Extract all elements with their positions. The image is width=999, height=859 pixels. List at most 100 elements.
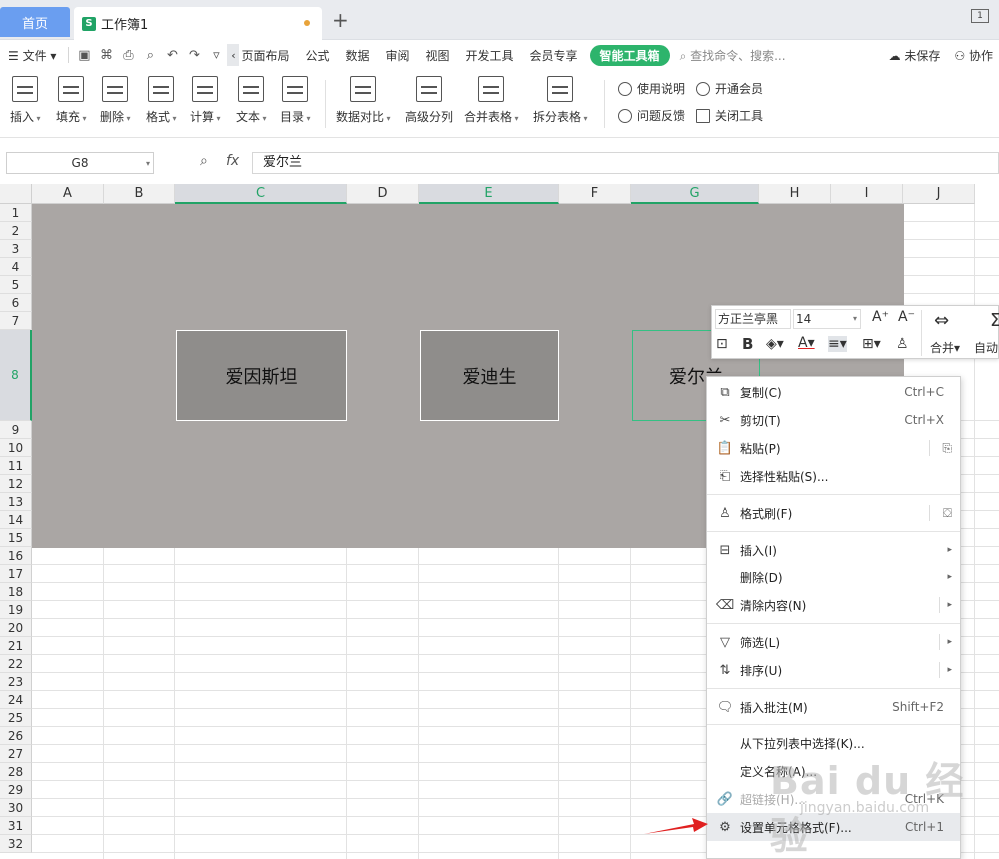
data-compare-button[interactable]: 数据对比 bbox=[336, 76, 391, 125]
scroll-left-chevron-icon[interactable]: ‹ bbox=[227, 44, 240, 66]
font-color-icon[interactable]: A▾ bbox=[798, 335, 815, 351]
row-header[interactable]: 15 bbox=[0, 529, 32, 547]
row-header[interactable]: 26 bbox=[0, 727, 32, 745]
delete-button[interactable]: 删除 bbox=[100, 76, 131, 125]
row-header[interactable]: 9 bbox=[0, 421, 32, 439]
file-menu[interactable]: ☰ 文件 ▾ bbox=[0, 47, 64, 64]
row-header[interactable]: 27 bbox=[0, 745, 32, 763]
merge-cells-icon[interactable]: ⇔ bbox=[934, 310, 949, 331]
merge-tables-button[interactable]: 合并表格 bbox=[464, 76, 519, 125]
redo-icon[interactable]: ↷ bbox=[183, 44, 205, 66]
feedback-button[interactable]: 问题反馈 bbox=[618, 107, 685, 124]
zoom-formula-icon[interactable]: ⌕ bbox=[200, 153, 208, 169]
increase-font-icon[interactable]: A⁺ bbox=[872, 309, 889, 325]
fx-icon[interactable]: fx bbox=[226, 153, 239, 169]
row-header[interactable]: 24 bbox=[0, 691, 32, 709]
command-search[interactable]: ⌕ 查找命令、搜索... bbox=[680, 47, 786, 64]
row-header[interactable]: 19 bbox=[0, 601, 32, 619]
column-header[interactable]: E bbox=[419, 184, 559, 204]
row-header[interactable]: 3 bbox=[0, 240, 32, 258]
font-family-select[interactable]: 方正兰亭黑 bbox=[715, 309, 791, 329]
new-tab-plus-icon[interactable]: + bbox=[332, 8, 349, 32]
row-header[interactable]: 13 bbox=[0, 493, 32, 511]
row-header[interactable]: 10 bbox=[0, 439, 32, 457]
column-header[interactable]: I bbox=[831, 184, 903, 204]
column-header[interactable]: D bbox=[347, 184, 419, 204]
row-header[interactable]: 18 bbox=[0, 583, 32, 601]
menu-view[interactable]: 视图 bbox=[418, 47, 458, 64]
format-brush-icon[interactable]: ♙ bbox=[896, 336, 909, 352]
row-header[interactable]: 7 bbox=[0, 312, 32, 330]
row-header[interactable]: 2 bbox=[0, 222, 32, 240]
merge-button[interactable]: 合并▾ bbox=[930, 339, 960, 356]
column-header[interactable]: G bbox=[631, 184, 759, 204]
row-header[interactable]: 25 bbox=[0, 709, 32, 727]
calculate-button[interactable]: 计算 bbox=[190, 76, 221, 125]
wrap-text-icon[interactable]: ⊡ bbox=[716, 336, 728, 352]
menu-sort[interactable]: ⇅ 排序(U) ▸ bbox=[707, 656, 960, 684]
row-header[interactable]: 14 bbox=[0, 511, 32, 529]
quick-access-dropdown-icon[interactable]: ▿ bbox=[205, 44, 227, 66]
row-header[interactable]: 8 bbox=[0, 330, 32, 421]
tab-home[interactable]: 首页 bbox=[0, 7, 70, 37]
select-all-corner[interactable] bbox=[0, 184, 32, 204]
save-icon[interactable]: ▣ bbox=[73, 44, 95, 66]
row-header[interactable]: 22 bbox=[0, 655, 32, 673]
close-tools-button[interactable]: 关闭工具 bbox=[696, 107, 763, 124]
menu-review[interactable]: 审阅 bbox=[377, 47, 417, 64]
row-header[interactable]: 23 bbox=[0, 673, 32, 691]
row-header[interactable]: 4 bbox=[0, 258, 32, 276]
column-header[interactable]: F bbox=[559, 184, 631, 204]
column-header[interactable]: H bbox=[759, 184, 831, 204]
name-box[interactable]: G8 ▾ bbox=[6, 152, 154, 174]
menu-data[interactable]: 数据 bbox=[337, 47, 377, 64]
column-header[interactable]: B bbox=[104, 184, 175, 204]
print-icon[interactable]: ⎙ bbox=[117, 44, 139, 66]
column-header[interactable]: C bbox=[175, 184, 347, 204]
menu-format-painter[interactable]: ♙ 格式刷(F) ⛋ bbox=[707, 499, 960, 527]
menu-smart-tools[interactable]: 智能工具箱 bbox=[589, 44, 670, 66]
menu-copy[interactable]: ⧉ 复制(C) Ctrl+C bbox=[707, 378, 960, 406]
collaborate-button[interactable]: ⚇ 协作 bbox=[954, 47, 993, 64]
row-header[interactable]: 6 bbox=[0, 294, 32, 312]
menu-page-layout[interactable]: 页面布局 bbox=[239, 47, 297, 64]
column-header[interactable]: J bbox=[903, 184, 975, 204]
insert-button[interactable]: 插入 bbox=[10, 76, 41, 125]
format-painter-extra-icon[interactable]: ⛋ bbox=[943, 506, 952, 521]
print-preview-icon[interactable]: ⌕ bbox=[139, 44, 161, 66]
paste-options-icon[interactable]: ⎘ bbox=[942, 441, 952, 456]
menu-paste[interactable]: 📋 粘贴(P) ⎘ bbox=[707, 434, 960, 462]
menu-member[interactable]: 会员专享 bbox=[522, 47, 586, 64]
menu-paste-special[interactable]: ⎗ 选择性粘贴(S)... bbox=[707, 462, 960, 490]
row-header[interactable]: 20 bbox=[0, 619, 32, 637]
decrease-font-icon[interactable]: A⁻ bbox=[898, 309, 915, 325]
row-header[interactable]: 1 bbox=[0, 204, 32, 222]
open-member-button[interactable]: 开通会员 bbox=[696, 80, 763, 97]
row-header[interactable]: 31 bbox=[0, 817, 32, 835]
unsaved-status[interactable]: ☁ 未保存 bbox=[889, 47, 941, 64]
menu-filter[interactable]: ▽ 筛选(L) ▸ bbox=[707, 628, 960, 656]
auto-sum-icon[interactable]: Σ bbox=[990, 310, 999, 331]
formula-input[interactable]: 爱尔兰 bbox=[252, 152, 999, 174]
format-button[interactable]: 格式 bbox=[146, 76, 177, 125]
row-header[interactable]: 12 bbox=[0, 475, 32, 493]
row-header[interactable]: 17 bbox=[0, 565, 32, 583]
row-header[interactable]: 21 bbox=[0, 637, 32, 655]
usage-guide-button[interactable]: 使用说明 bbox=[618, 80, 685, 97]
auto-button[interactable]: 自动 bbox=[974, 339, 998, 356]
borders-icon[interactable]: ⊞▾ bbox=[862, 336, 881, 352]
advanced-split-button[interactable]: 高级分列 bbox=[405, 76, 453, 125]
row-header[interactable]: 30 bbox=[0, 799, 32, 817]
menu-developer[interactable]: 开发工具 bbox=[458, 47, 522, 64]
tab-workbook[interactable]: S 工作簿1 bbox=[74, 7, 322, 40]
toc-button[interactable]: 目录 bbox=[280, 76, 311, 125]
align-center-icon[interactable]: ≡▾ bbox=[828, 336, 847, 352]
split-table-button[interactable]: 拆分表格 bbox=[533, 76, 588, 125]
row-header[interactable]: 28 bbox=[0, 763, 32, 781]
row-header[interactable]: 32 bbox=[0, 835, 32, 853]
menu-cut[interactable]: ✂ 剪切(T) Ctrl+X bbox=[707, 406, 960, 434]
menu-insert[interactable]: ⊟ 插入(I) ▸ bbox=[707, 536, 960, 564]
cell-box-c8[interactable]: 爱因斯坦 bbox=[176, 330, 347, 421]
format-painter-icon[interactable]: ⌘ bbox=[95, 44, 117, 66]
menu-clear[interactable]: ⌫ 清除内容(N) ▸ bbox=[707, 591, 960, 619]
